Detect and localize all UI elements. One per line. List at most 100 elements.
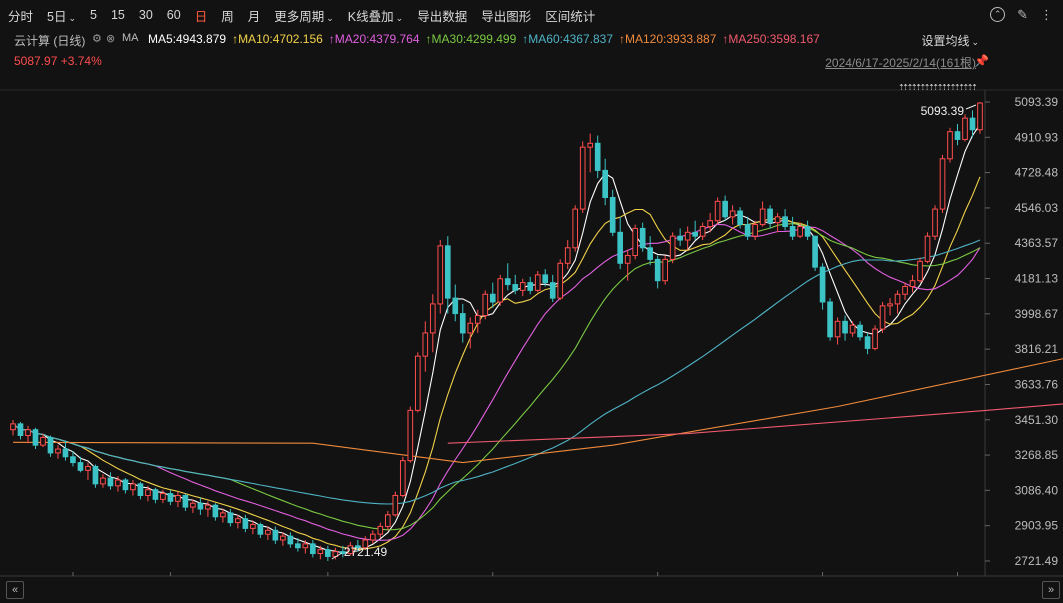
candle-body — [609, 196, 616, 233]
candle-body — [137, 483, 144, 496]
candle-body — [857, 324, 863, 338]
candle-body — [557, 262, 564, 299]
candle-body — [602, 169, 609, 198]
candle-body — [10, 423, 16, 431]
candle-body — [782, 216, 788, 228]
candle-body — [474, 315, 481, 324]
candle-body — [752, 224, 758, 237]
candle-body — [220, 512, 226, 518]
high-annotation: 5093.39 — [921, 104, 965, 118]
scroll-left-icon[interactable]: « — [6, 581, 24, 599]
low-annotation: 2721.49 — [344, 545, 388, 559]
candle-body — [969, 117, 976, 131]
ma30-line — [12, 223, 981, 531]
ma5-line — [12, 124, 981, 554]
candle-body — [722, 200, 728, 218]
candle-body — [25, 429, 31, 437]
candle-body — [257, 524, 264, 535]
candle-body — [62, 448, 69, 458]
candle-body — [797, 226, 803, 237]
candle-body — [587, 142, 594, 148]
candle-body — [429, 303, 436, 334]
candle-body — [444, 245, 451, 299]
candle-body — [624, 255, 631, 264]
candle-body — [160, 493, 166, 500]
candle-body — [894, 293, 901, 305]
candle-body — [519, 282, 526, 291]
bottom-bar: « » — [0, 577, 1063, 603]
candle-body — [932, 208, 938, 237]
y-tick-label: 3816.21 — [1015, 342, 1059, 356]
candle-body — [235, 518, 241, 524]
candle-body — [692, 231, 698, 237]
candle-body — [295, 543, 301, 549]
candle-body — [759, 208, 766, 226]
candle-body — [250, 524, 256, 529]
candle-body — [684, 231, 691, 241]
candle-body — [887, 303, 893, 307]
candle-body — [175, 494, 181, 502]
y-tick-label: 3086.40 — [1015, 483, 1059, 497]
y-tick-label: 2903.95 — [1015, 519, 1059, 533]
event-marker-icon: ⇡ — [971, 83, 978, 92]
candle-body — [384, 514, 391, 527]
candle-body — [902, 285, 908, 295]
candle-body — [452, 297, 459, 315]
ma120-line — [12, 358, 1063, 464]
candle-body — [542, 274, 549, 284]
high-arrow — [965, 104, 977, 110]
candle-body — [669, 235, 676, 260]
candle-body — [864, 336, 871, 349]
candle-body — [302, 543, 309, 549]
candle-body — [534, 274, 541, 291]
candle-body — [265, 529, 271, 535]
candle-body — [167, 493, 174, 502]
y-tick-label: 4363.57 — [1015, 236, 1059, 250]
candle-body — [182, 494, 189, 508]
candle-body — [594, 142, 601, 171]
y-tick-label: 3998.67 — [1015, 307, 1059, 321]
candle-body — [280, 535, 286, 541]
candle-body — [77, 462, 84, 471]
candle-body — [100, 477, 106, 485]
scroll-right-icon[interactable]: » — [1042, 581, 1060, 599]
candle-body — [767, 208, 773, 224]
candle-body — [872, 328, 878, 349]
candle-body — [632, 227, 639, 257]
candle-body — [467, 322, 474, 334]
candle-body — [317, 549, 324, 555]
candle-body — [377, 525, 384, 535]
y-tick-label: 4910.93 — [1015, 130, 1059, 144]
y-tick-label: 3633.76 — [1015, 377, 1059, 391]
candle-body — [190, 502, 196, 508]
y-tick-label: 3451.30 — [1015, 413, 1059, 427]
candle-body — [242, 518, 249, 529]
candle-body — [130, 483, 136, 491]
candlestick-chart[interactable]: 5093.39 4910.93 4728.48 4546.03 4363.57 4181.… — [0, 0, 1063, 577]
candle-body — [414, 355, 421, 411]
candle-body — [939, 158, 946, 210]
candle-body — [369, 533, 376, 541]
ma60-line — [12, 239, 981, 505]
candle-body — [812, 235, 818, 268]
y-tick-label: 4181.13 — [1015, 272, 1059, 286]
candle-body — [774, 216, 781, 224]
y-tick-label: 5093.39 — [1015, 95, 1059, 109]
candle-body — [152, 489, 159, 500]
candle-body — [55, 448, 61, 454]
candle-body — [212, 504, 219, 518]
candle-body — [834, 320, 841, 338]
candle-body — [804, 226, 811, 237]
candle-body — [909, 280, 916, 287]
y-tick-label: 4546.03 — [1015, 201, 1059, 215]
candle-body — [639, 227, 646, 249]
candle-body — [579, 146, 586, 210]
candle-body — [47, 436, 54, 454]
candle-body — [92, 465, 99, 485]
candle-body — [122, 479, 129, 491]
candle-body — [40, 436, 46, 446]
candle-body — [145, 489, 151, 496]
candle-body — [549, 282, 556, 299]
candle-body — [527, 282, 534, 291]
candle-body — [977, 102, 983, 131]
